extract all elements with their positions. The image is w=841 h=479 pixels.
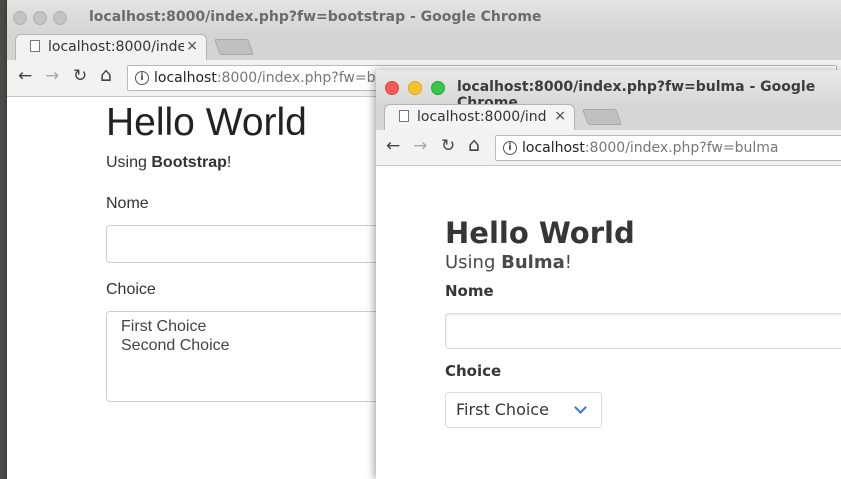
using-text: Using Bootstrap! (106, 154, 307, 172)
close-tab-icon[interactable]: × (554, 108, 566, 124)
framework-name: Bootstrap (151, 154, 227, 171)
tab-bulma[interactable]: localhost:8000/inde × (384, 104, 575, 130)
url-path: :8000/index.php?fw=boot (216, 70, 399, 86)
info-icon[interactable]: i (503, 141, 517, 155)
address-bar[interactable]: i localhost:8000/index.php?fw=bulma (495, 135, 841, 161)
bootstrap-page: Hello World Using Bootstrap! Nome Choice… (106, 97, 406, 402)
using-prefix: Using (445, 252, 502, 273)
selected-option: First Choice (456, 400, 549, 419)
tab-label: localhost:8000/inde (417, 109, 547, 125)
reload-icon[interactable]: ↻ (73, 66, 87, 86)
choice-option[interactable]: Second Choice (121, 336, 405, 355)
using-text: Using Bulma! (445, 252, 635, 274)
url-host: localhost (522, 140, 585, 156)
reload-icon[interactable]: ↻ (441, 136, 455, 156)
using-suffix: ! (226, 154, 232, 171)
page-content: Hello World Using Bulma! Nome Choice Fir… (376, 166, 841, 479)
back-icon[interactable]: ← (18, 66, 32, 86)
title-bar[interactable]: localhost:8000/index.php?fw=bootstrap - … (7, 0, 841, 34)
maximize-window-button[interactable] (431, 81, 445, 95)
bulma-page: Hello World Using Bulma! Nome Choice Fir… (445, 166, 841, 428)
name-input[interactable] (106, 225, 406, 263)
page-icon (30, 40, 40, 52)
name-label: Nome (445, 282, 494, 300)
choice-label: Choice (445, 362, 502, 380)
forward-icon[interactable]: → (413, 136, 427, 156)
using-prefix: Using (106, 154, 152, 171)
close-tab-icon[interactable]: × (186, 38, 198, 54)
url-host: localhost (154, 70, 217, 86)
choice-select[interactable]: First Choice (445, 392, 602, 428)
window-controls (13, 10, 73, 25)
browser-toolbar: ← → ↻ ⌂ i localhost:8000/index.php?fw=bu… (376, 130, 841, 166)
name-input[interactable] (445, 313, 841, 349)
new-tab-button[interactable] (214, 39, 254, 55)
framework-name: Bulma (501, 252, 565, 273)
chevron-down-icon (574, 401, 587, 414)
choice-label: Choice (106, 281, 156, 298)
name-label: Nome (106, 195, 149, 212)
close-window-button[interactable] (385, 81, 399, 95)
window-title: localhost:8000/index.php?fw=bootstrap - … (89, 9, 542, 25)
page-heading: Hello World (106, 101, 307, 144)
forward-icon[interactable]: → (45, 66, 59, 86)
tab-strip: localhost:8000/index × (7, 34, 841, 60)
back-icon[interactable]: ← (386, 136, 400, 156)
url-path: :8000/index.php?fw=bulma (584, 140, 779, 156)
choice-option[interactable]: First Choice (121, 317, 405, 336)
tab-label: localhost:8000/index (48, 39, 184, 55)
page-heading: Hello World (445, 216, 635, 250)
minimize-window-button[interactable] (33, 11, 47, 25)
window-controls (385, 80, 451, 95)
home-icon[interactable]: ⌂ (468, 134, 480, 156)
info-icon[interactable]: i (135, 71, 149, 85)
close-window-button[interactable] (13, 11, 27, 25)
maximize-window-button[interactable] (53, 11, 67, 25)
tab-strip: localhost:8000/inde × (376, 104, 841, 130)
choice-multiselect[interactable]: First Choice Second Choice (106, 311, 406, 402)
minimize-window-button[interactable] (408, 81, 422, 95)
new-tab-button[interactable] (582, 109, 622, 125)
title-bar[interactable]: localhost:8000/index.php?fw=bulma - Goog… (376, 70, 841, 111)
home-icon[interactable]: ⌂ (100, 64, 112, 86)
browser-window-bulma: localhost:8000/index.php?fw=bulma - Goog… (376, 70, 841, 479)
tab-bootstrap[interactable]: localhost:8000/index × (15, 34, 207, 60)
using-suffix: ! (564, 252, 572, 273)
page-icon (399, 110, 409, 122)
